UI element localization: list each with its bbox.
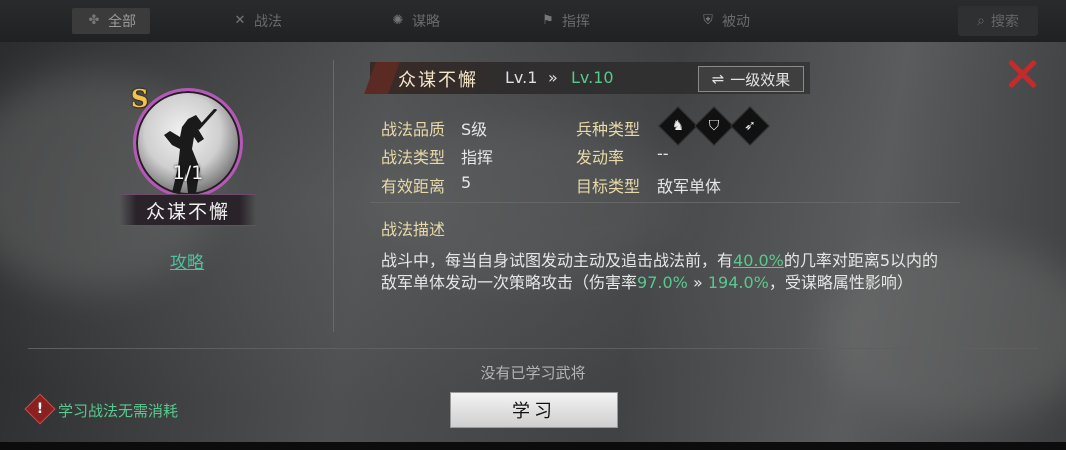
grade-badge: S [131, 84, 149, 113]
info-divider [370, 202, 960, 203]
close-icon[interactable] [1006, 58, 1038, 90]
tab-all[interactable]: ✤ 全部 [72, 8, 150, 34]
damage-rate-max: 194.0% [707, 273, 769, 292]
shield-icon: ⛨ [703, 13, 713, 28]
quality-value: S级 [461, 120, 488, 139]
search-button[interactable]: ⌕ 搜索 [958, 6, 1038, 36]
level-arrow-icon: » [548, 68, 558, 87]
effect-level-label: 一级效果 [730, 70, 791, 89]
tab-passive[interactable]: ⛨ 被动 [700, 8, 750, 34]
range-value: 5 [461, 173, 472, 192]
tab-strategy-label: 谋略 [412, 14, 440, 30]
search-icon: ⌕ [977, 13, 985, 29]
skill-detail-panel: S 1/1 众谋不懈 攻略 众谋不懈 Lv.1 » Lv.10 ⇌ 一级效果 战… [0, 42, 1066, 442]
column-divider [333, 60, 334, 332]
footer-divider [28, 348, 1038, 349]
quality-label: 战法品质 [381, 120, 446, 139]
tab-all-label: 全部 [108, 14, 136, 30]
learn-cost-note: 学习战法无需消耗 [58, 402, 179, 420]
type-label: 战法类型 [381, 148, 446, 167]
type-value: 指挥 [461, 148, 494, 167]
trigger-rate-label: 发动率 [576, 148, 625, 167]
damage-arrow-icon: » [692, 273, 703, 292]
skill-count: 1/1 [172, 162, 204, 184]
tab-strategy[interactable]: ✺ 谋略 [390, 8, 440, 34]
no-learned-general-text: 没有已学习武将 [480, 364, 586, 382]
bottom-strip [0, 442, 1066, 450]
tab-passive-label: 被动 [722, 14, 750, 30]
target-type-label: 目标类型 [576, 177, 641, 196]
troop-type-label: 兵种类型 [576, 120, 641, 139]
guide-link[interactable]: 攻略 [170, 248, 204, 273]
trigger-chance[interactable]: 40.0% [733, 251, 784, 270]
cavalry-icon: ♞ [658, 106, 698, 146]
flag-icon: ⚑ [542, 13, 554, 28]
clover-icon: ✤ [88, 13, 100, 28]
target-type-value: 敌军单体 [657, 177, 722, 196]
tab-tactic[interactable]: ✕ 战法 [232, 8, 282, 34]
level-current: Lv.1 [505, 68, 538, 87]
description-title: 战法描述 [381, 220, 446, 239]
swords-icon: ✕ [234, 13, 246, 28]
tab-tactic-label: 战法 [254, 14, 282, 30]
scroll-icon: ✺ [392, 13, 404, 28]
range-label: 有效距离 [381, 177, 446, 196]
trigger-rate-value: -- [657, 144, 669, 163]
level-max: Lv.10 [571, 68, 614, 87]
tab-command-label: 指挥 [562, 14, 590, 30]
effect-level-button[interactable]: ⇌ 一级效果 [698, 66, 804, 92]
swap-icon: ⇌ [711, 70, 725, 88]
skill-title: 众谋不懈 [398, 70, 478, 91]
search-label: 搜索 [990, 14, 1019, 30]
tab-command[interactable]: ⚑ 指挥 [540, 8, 590, 34]
skill-portrait: S 1/1 [131, 84, 243, 198]
top-tab-bar: ✤ 全部 ✕ 战法 ✺ 谋略 ⚑ 指挥 ⛨ 被动 ⌕ 搜索 [0, 0, 1066, 43]
skill-description: 战斗中，每当自身试图发动主动及追击战法前，有40.0%的几率对距离5以内的 敌军… [381, 251, 939, 292]
warning-icon: ! [24, 393, 56, 425]
skill-name-banner-label: 众谋不懈 [145, 200, 230, 223]
shield-troop-icon: ⛉ [694, 106, 734, 146]
archer-icon: ➶ [730, 106, 770, 146]
damage-rate-min: 97.0% [637, 273, 688, 292]
skill-name-banner: 众谋不懈 [120, 194, 256, 226]
learn-button[interactable]: 学习 [450, 392, 618, 428]
